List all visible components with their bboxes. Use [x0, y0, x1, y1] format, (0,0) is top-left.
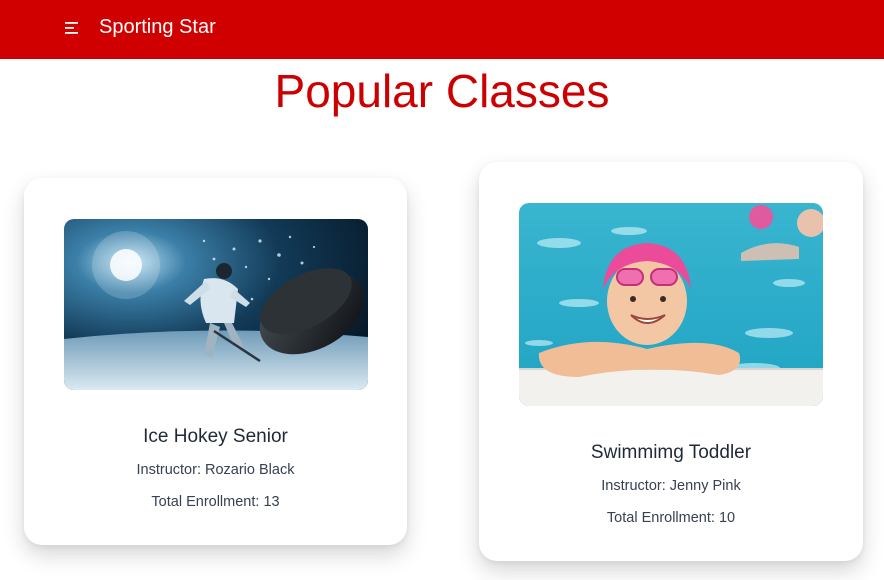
- page-title: Popular Classes: [274, 65, 610, 117]
- class-title: Ice Hokey Senior: [143, 426, 288, 447]
- swimming-toddler-image: [519, 203, 823, 406]
- ice-hockey-image: [64, 219, 368, 390]
- brand-name[interactable]: Sporting Star: [99, 16, 216, 39]
- menu-icon[interactable]: [64, 20, 80, 36]
- class-card-ice-hockey[interactable]: Ice Hokey Senior Instructor: Rozario Bla…: [24, 178, 407, 545]
- class-card-swimming[interactable]: Swimmimg Toddler Instructor: Jenny Pink …: [479, 162, 863, 561]
- class-enrollment: Total Enrollment: 13: [151, 494, 280, 510]
- class-instructor: Instructor: Jenny Pink: [601, 478, 741, 494]
- class-title: Swimmimg Toddler: [590, 442, 752, 463]
- navbar: Sporting Star: [0, 0, 884, 59]
- class-enrollment: Total Enrollment: 10: [606, 510, 736, 526]
- class-instructor: Instructor: Rozario Black: [136, 462, 295, 478]
